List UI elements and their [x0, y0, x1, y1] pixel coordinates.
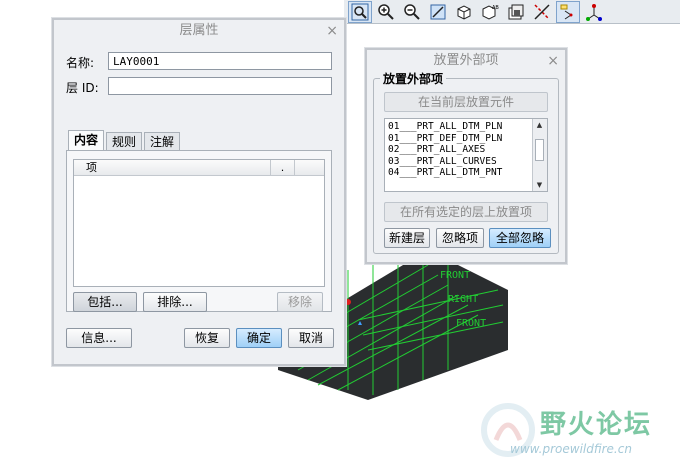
items-list[interactable]: 项 .	[73, 159, 325, 287]
layers-icon[interactable]	[504, 1, 528, 23]
scroll-up-icon[interactable]: ▲	[533, 119, 546, 131]
list-item[interactable]: 01___PRT_DEF_DTM_PLN	[385, 133, 547, 145]
group-label: 放置外部项	[383, 72, 444, 86]
datum-points-icon[interactable]	[556, 0, 580, 23]
ignore-all-button[interactable]: 全部忽略	[489, 228, 551, 248]
list-item[interactable]: 04___PRT_ALL_DTM_PNT	[385, 167, 547, 179]
place-all-selected-button[interactable]: 在所有选定的层上放置项	[384, 202, 548, 222]
list-item[interactable]: 03___PRT_ALL_CURVES	[385, 156, 547, 168]
cancel-button[interactable]: 取消	[288, 328, 334, 348]
csys-icon[interactable]	[582, 1, 606, 23]
list-item[interactable]: 01___PRT_ALL_DTM_PLN	[385, 121, 547, 133]
layer-properties-dialog: 层属性 × 名称: 层 ID: 内容 规则 注解 项 . 包括... 排除...…	[52, 18, 346, 366]
include-button[interactable]: 包括...	[73, 292, 137, 312]
scroll-down-icon[interactable]: ▼	[533, 179, 546, 191]
exclude-button[interactable]: 排除...	[143, 292, 207, 312]
ok-button[interactable]: 确定	[236, 328, 282, 348]
place-external-title: 放置外部项 ×	[367, 50, 565, 72]
ignore-button[interactable]: 忽略项	[436, 228, 484, 248]
place-external-dialog: 放置外部项 × 放置外部项 在当前层放置元件 01___PRT_ALL_DTM_…	[365, 48, 567, 264]
svg-text:AB: AB	[492, 5, 499, 11]
refit-icon[interactable]	[426, 1, 450, 23]
model-label-right: RIGHT	[448, 294, 478, 305]
tab-rules[interactable]: 规则	[106, 132, 142, 151]
tab-content[interactable]: 内容	[68, 130, 104, 151]
zoom-in-icon[interactable]	[374, 1, 398, 23]
tab-notes[interactable]: 注解	[144, 132, 180, 151]
model-label-front-1: FRONT	[440, 270, 470, 281]
layer-properties-title: 层属性 ×	[54, 20, 344, 42]
name-label: 名称:	[66, 56, 95, 70]
model-label-front-2: FRONT	[456, 318, 486, 329]
list-scrollbar[interactable]: ▲ ▼	[532, 119, 547, 191]
scroll-thumb[interactable]	[535, 139, 544, 161]
orient-icon[interactable]	[452, 1, 476, 23]
watermark-logo-icon	[481, 403, 535, 457]
close-icon[interactable]: ×	[326, 20, 338, 42]
new-layer-button[interactable]: 新建层	[384, 228, 430, 248]
place-current-layer-button[interactable]: 在当前层放置元件	[384, 92, 548, 112]
layer-id-input[interactable]	[108, 77, 332, 95]
list-item[interactable]: 02___PRT_ALL_AXES	[385, 144, 547, 156]
layer-id-label: 层 ID:	[66, 81, 99, 95]
column-header-empty	[294, 160, 324, 176]
watermark-url: www.proewildfire.cn	[510, 442, 632, 456]
remove-button[interactable]: 移除	[277, 292, 323, 312]
zoom-window-icon[interactable]	[348, 0, 372, 23]
info-button[interactable]: 信息...	[66, 328, 132, 348]
datum-axes-icon[interactable]	[530, 1, 554, 23]
reset-button[interactable]: 恢复	[184, 328, 230, 348]
column-header-item[interactable]: 项	[74, 160, 270, 176]
column-header-col2[interactable]: .	[270, 160, 294, 176]
watermark-title: 野火论坛	[540, 410, 653, 440]
view-toolbar: AB	[344, 0, 680, 24]
saved-views-icon[interactable]: AB	[478, 1, 502, 23]
watermark: 野火论坛 www.proewildfire.cn	[470, 400, 680, 470]
name-input[interactable]	[108, 52, 332, 70]
zoom-out-icon[interactable]	[400, 1, 424, 23]
close-icon[interactable]: ×	[547, 50, 559, 72]
layers-list[interactable]: 01___PRT_ALL_DTM_PLN 01___PRT_DEF_DTM_PL…	[384, 118, 548, 192]
content-panel: 项 . 包括... 排除... 移除	[66, 150, 332, 312]
